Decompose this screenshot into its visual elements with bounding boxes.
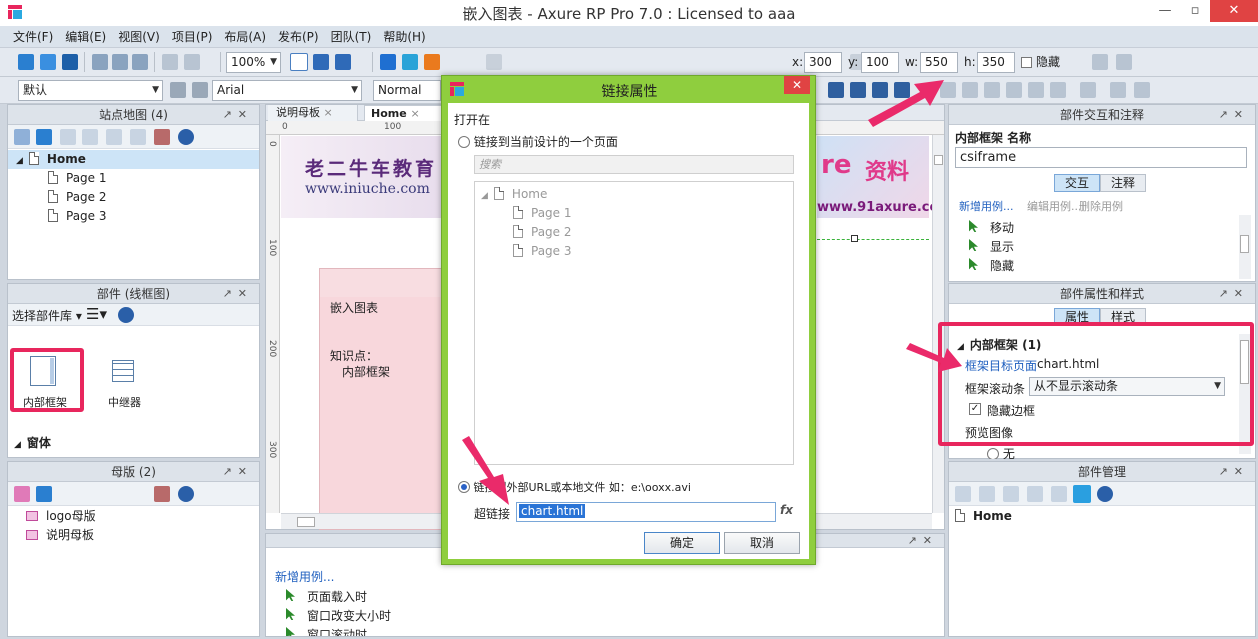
arrow-to-hyperlink — [462, 436, 509, 505]
annotation-arrows — [462, 80, 962, 505]
arrow-to-size-fields — [868, 80, 944, 127]
arrow-to-properties — [906, 343, 962, 372]
